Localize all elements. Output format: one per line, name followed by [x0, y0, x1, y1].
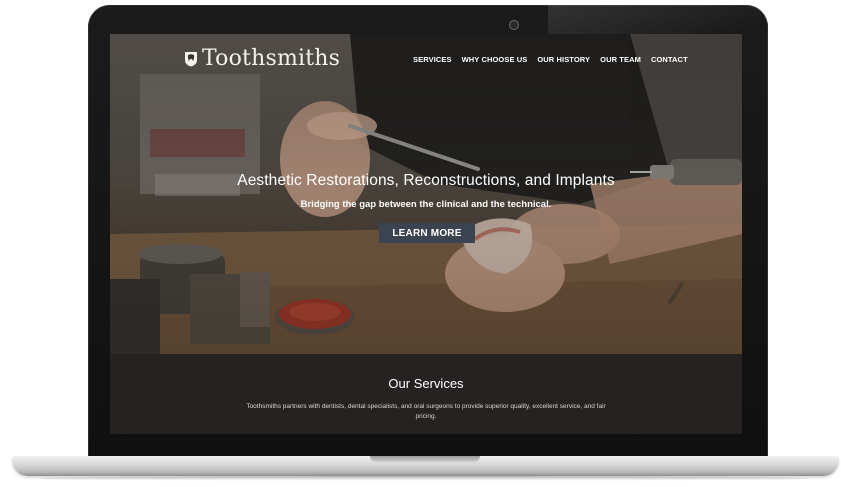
- laptop-base-notch: [370, 456, 480, 462]
- nav-item-services[interactable]: SERVICES: [413, 55, 452, 64]
- hero-title: Aesthetic Restorations, Reconstructions,…: [237, 172, 615, 189]
- nav-item-why-choose-us[interactable]: WHY CHOOSE US: [462, 55, 528, 64]
- services-description: Toothsmiths partners with dentists, dent…: [246, 403, 606, 420]
- learn-more-button[interactable]: LEARN MORE: [379, 223, 475, 243]
- nav-item-our-team[interactable]: OUR TEAM: [600, 55, 641, 64]
- services-section: Our Services Toothsmiths partners with d…: [110, 354, 742, 434]
- nav-item-our-history[interactable]: OUR HISTORY: [537, 55, 590, 64]
- nav-item-contact[interactable]: CONTACT: [651, 55, 688, 64]
- hero-section: Toothsmiths SERVICES WHY CHOOSE US OUR H…: [110, 34, 742, 354]
- main-nav: SERVICES WHY CHOOSE US OUR HISTORY OUR T…: [413, 55, 688, 64]
- webcam-icon: [509, 20, 519, 30]
- laptop-base: [12, 456, 839, 476]
- site-logo[interactable]: Toothsmiths: [184, 47, 340, 71]
- tooth-crest-icon: [185, 52, 197, 67]
- laptop-screen: Toothsmiths SERVICES WHY CHOOSE US OUR H…: [110, 34, 742, 434]
- laptop-shadow: [40, 476, 810, 481]
- hero-overlay: [110, 34, 742, 354]
- hero-subtitle: Bridging the gap between the clinical an…: [300, 199, 552, 210]
- services-heading: Our Services: [388, 376, 464, 391]
- brand-name: Toothsmiths: [202, 46, 341, 71]
